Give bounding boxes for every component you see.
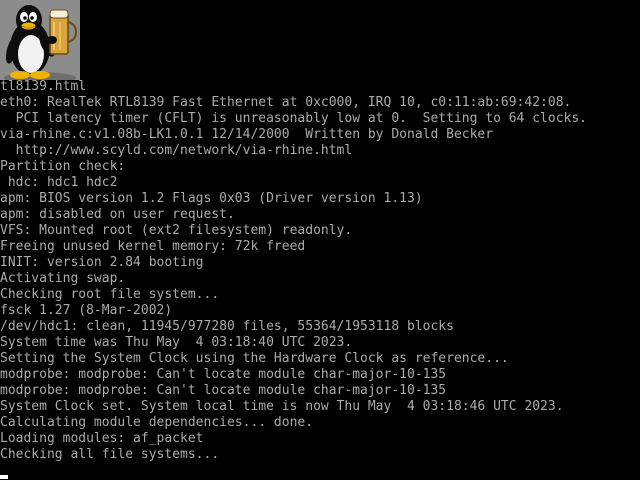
console-line: apm: disabled on user request.	[0, 207, 235, 222]
console-line: eth0: RealTek RTL8139 Fast Ethernet at 0…	[0, 95, 572, 110]
console-line: Freeing unused kernel memory: 72k freed	[0, 239, 306, 254]
console-line: fsck 1.27 (8-Mar-2002)	[0, 303, 173, 318]
console-line: /dev/hdc1: clean, 11945/977280 files, 55…	[0, 319, 454, 334]
console-line: System time was Thu May 4 03:18:40 UTC 2…	[0, 335, 353, 350]
console-line: Activating swap.	[0, 271, 126, 286]
console-line: via-rhine.c:v1.08b-LK1.0.1 12/14/2000 Wr…	[0, 127, 494, 142]
console-line: apm: BIOS version 1.2 Flags 0x03 (Driver…	[0, 191, 423, 206]
console-line: http://www.scyld.com/network/via-rhine.h…	[0, 143, 353, 158]
console-line: Checking root file system...	[0, 287, 220, 302]
tux-penguin-logo	[0, 0, 80, 84]
console-line: Checking all file systems...	[0, 447, 220, 462]
console-line: hdc: hdc1 hdc2	[0, 175, 118, 190]
console-line: Calculating module dependencies... done.	[0, 415, 314, 430]
console-line: Partition check:	[0, 159, 126, 174]
console-line: Loading modules: af_packet	[0, 431, 204, 446]
console-output: tl8139.html eth0: RealTek RTL8139 Fast E…	[0, 79, 640, 463]
console-line: tl8139.html	[0, 79, 87, 94]
cursor-block	[0, 475, 8, 479]
console-line: Setting the System Clock using the Hardw…	[0, 351, 509, 366]
text-cursor	[0, 463, 8, 479]
console-line: modprobe: modprobe: Can't locate module …	[0, 367, 447, 382]
console-line: VFS: Mounted root (ext2 filesystem) read…	[0, 223, 353, 238]
tux-penguin-with-beer-icon	[0, 0, 80, 84]
console-line: INIT: version 2.84 booting	[0, 255, 204, 270]
console-line: PCI latency timer (CFLT) is unreasonably…	[0, 111, 587, 126]
console-line: modprobe: modprobe: Can't locate module …	[0, 383, 447, 398]
console-line: System Clock set. System local time is n…	[0, 399, 564, 414]
boot-console: tl8139.html eth0: RealTek RTL8139 Fast E…	[0, 0, 640, 480]
